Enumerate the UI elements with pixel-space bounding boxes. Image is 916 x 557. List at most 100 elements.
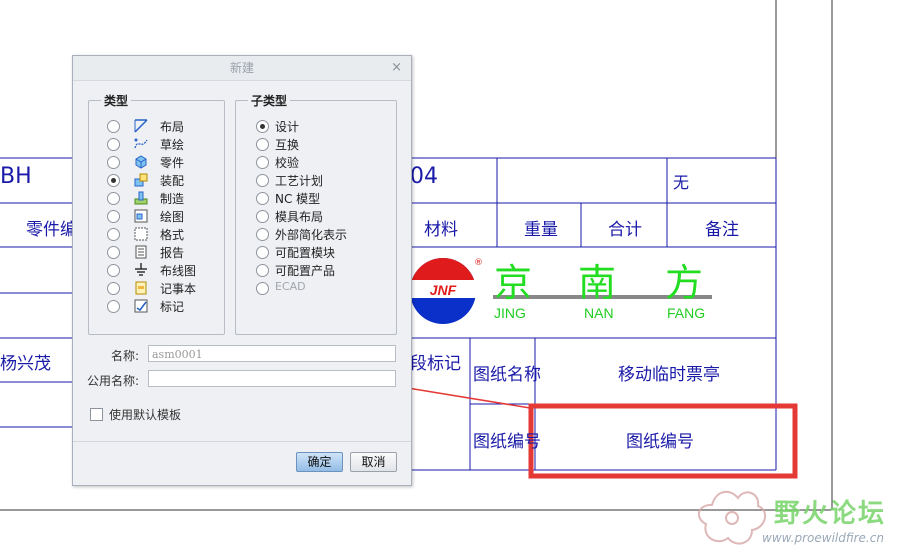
subtype-option-label: 设计 xyxy=(275,120,300,134)
type-option-4[interactable]: 装配 xyxy=(107,172,217,190)
designer-name: 杨兴茂 xyxy=(0,354,51,374)
subtype-option-label: 校验 xyxy=(275,156,300,170)
logo-char-nan: 南 xyxy=(578,261,617,305)
type-option-10[interactable]: 记事本 xyxy=(107,280,217,298)
type-option-9[interactable]: 布线图 xyxy=(107,262,217,280)
partial-code-left: BH xyxy=(0,164,32,189)
drawing-no-label: 图纸编号 xyxy=(473,432,541,452)
subtype-option-label: 外部简化表示 xyxy=(275,228,348,242)
type-option-label: 零件 xyxy=(160,156,185,170)
common-name-label: 公用名称: xyxy=(87,374,140,388)
type-radio[interactable] xyxy=(107,300,120,313)
subtype-option-3[interactable]: 校验 xyxy=(256,154,386,172)
type-radio[interactable] xyxy=(107,174,120,187)
type-option-label: 布局 xyxy=(160,120,185,134)
subtype-group: 子类型 设计互换校验工艺计划 NC 模型模具布局外部简化表示 可配置模块可配置产品 E… xyxy=(235,92,397,335)
stage-mark: 段标记 xyxy=(410,354,461,374)
subtype-radio[interactable] xyxy=(256,120,269,133)
subtype-group-label: 子类型 xyxy=(248,92,291,109)
partial-code-mid: 04 xyxy=(410,164,438,189)
drawing-no-value: 图纸编号 xyxy=(626,432,694,452)
subtype-radio xyxy=(256,282,269,295)
markup-icon xyxy=(133,298,149,314)
subtype-radio[interactable] xyxy=(256,264,269,277)
type-radio[interactable] xyxy=(107,228,120,241)
format-icon xyxy=(133,226,149,242)
name-input[interactable]: asm0001 xyxy=(148,345,396,362)
subtype-radio[interactable] xyxy=(256,246,269,259)
type-option-5[interactable]: 制造 xyxy=(107,190,217,208)
type-option-label: 装配 xyxy=(160,174,185,188)
subtype-option-label: 可配置产品 xyxy=(275,264,336,278)
ok-button[interactable]: 确定 xyxy=(296,452,343,472)
part-icon xyxy=(133,154,149,170)
type-option-8[interactable]: 报告 xyxy=(107,244,217,262)
type-option-11[interactable]: 标记 xyxy=(107,298,217,316)
subtype-option-label: 工艺计划 xyxy=(275,174,324,188)
subtype-option-9[interactable]: 可配置产品 xyxy=(256,262,386,280)
common-name-input[interactable] xyxy=(148,370,396,387)
subtype-option-5[interactable]: NC 模型 xyxy=(256,190,386,208)
use-default-template-checkbox[interactable] xyxy=(90,408,103,421)
subtype-option-2[interactable]: 互换 xyxy=(256,136,386,154)
drawing-icon xyxy=(133,208,149,224)
type-option-label: 草绘 xyxy=(160,138,185,152)
subtype-option-label: 可配置模块 xyxy=(275,246,336,260)
subtype-option-label: ECAD xyxy=(275,280,306,293)
assembly-icon xyxy=(133,172,149,188)
close-icon[interactable]: × xyxy=(391,56,402,80)
type-option-label: 布线图 xyxy=(160,264,197,278)
subtype-option-6[interactable]: 模具布局 xyxy=(256,208,386,226)
type-radio[interactable] xyxy=(107,138,120,151)
type-option-2[interactable]: 草绘 xyxy=(107,136,217,154)
type-radio[interactable] xyxy=(107,192,120,205)
subtype-option-10: ECAD xyxy=(256,280,386,298)
new-file-dialog: 新建 × 类型 布局 草绘 零件 装配 制造 绘图 格式 报告 布线图 记事本 标记 子类型 设计互… xyxy=(72,55,412,486)
subtype-radio[interactable] xyxy=(256,210,269,223)
material-header: 材料 xyxy=(424,220,458,240)
subtype-option-label: 互换 xyxy=(275,138,300,152)
subtype-option-4[interactable]: 工艺计划 xyxy=(256,172,386,190)
type-radio[interactable] xyxy=(107,210,120,223)
subtype-option-7[interactable]: 外部简化表示 xyxy=(256,226,386,244)
type-option-label: 制造 xyxy=(160,192,185,206)
layout-icon xyxy=(133,118,149,134)
type-radio[interactable] xyxy=(107,156,120,169)
type-option-3[interactable]: 零件 xyxy=(107,154,217,172)
type-option-6[interactable]: 绘图 xyxy=(107,208,217,226)
sketch-icon xyxy=(133,136,149,152)
type-option-label: 报告 xyxy=(160,246,185,260)
use-default-template-label: 使用默认模板 xyxy=(109,408,182,422)
name-label: 名称: xyxy=(111,349,140,363)
subtype-radio[interactable] xyxy=(256,174,269,187)
type-option-1[interactable]: 布局 xyxy=(107,118,217,136)
notebook-icon xyxy=(133,280,149,296)
watermark-name: 野火论坛 xyxy=(774,499,887,529)
remarks-header: 备注 xyxy=(705,220,739,240)
weight-header: 重量 xyxy=(524,220,558,240)
none-value: 无 xyxy=(673,173,690,192)
subtype-option-8[interactable]: 可配置模块 xyxy=(256,244,386,262)
dialog-title: 新建 xyxy=(229,61,254,75)
logo-pinyin-nan: NAN xyxy=(584,305,614,321)
drawing-name-value: 移动临时票亭 xyxy=(618,365,720,385)
cancel-button[interactable]: 取消 xyxy=(350,452,397,472)
jnf-globe-logo: JNF ® xyxy=(410,258,483,324)
logo-pinyin-fang: FANG xyxy=(667,305,706,321)
type-option-7[interactable]: 格式 xyxy=(107,226,217,244)
subtype-option-1[interactable]: 设计 xyxy=(256,118,386,136)
total-header: 合计 xyxy=(608,220,642,240)
type-radio[interactable] xyxy=(107,120,120,133)
type-radio[interactable] xyxy=(107,264,120,277)
type-radio[interactable] xyxy=(107,246,120,259)
subtype-option-label: 模具布局 xyxy=(275,210,324,224)
subtype-radio[interactable] xyxy=(256,228,269,241)
type-option-label: 格式 xyxy=(160,228,185,242)
subtype-radio[interactable] xyxy=(256,192,269,205)
subtype-radio[interactable] xyxy=(256,156,269,169)
subtype-radio[interactable] xyxy=(256,138,269,151)
dialog-separator xyxy=(73,441,411,442)
type-option-label: 绘图 xyxy=(160,210,185,224)
watermark-leaf-icon xyxy=(697,490,767,545)
type-radio[interactable] xyxy=(107,282,120,295)
